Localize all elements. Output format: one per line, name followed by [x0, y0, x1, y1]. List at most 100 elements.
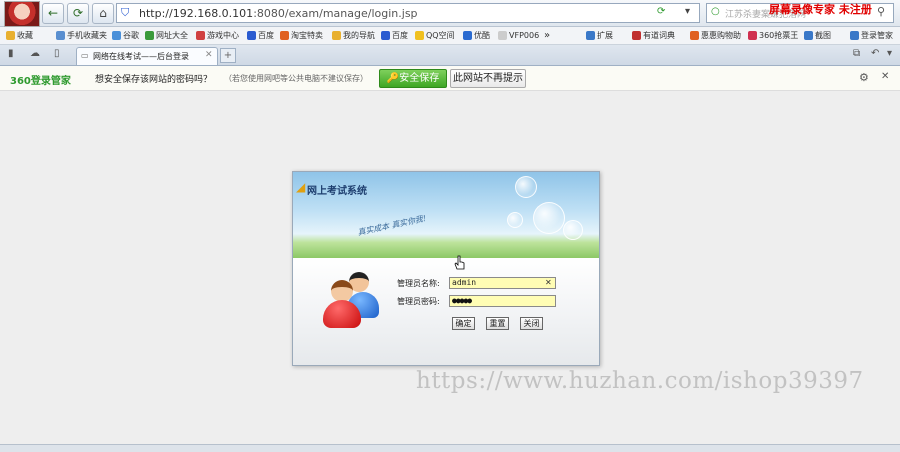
home-button[interactable]: ⌂ — [92, 3, 114, 24]
safe-save-button[interactable]: 🔑安全保存 — [379, 69, 447, 88]
bookmark-item[interactable]: 手机收藏夹 — [56, 29, 107, 42]
bookmark-label: 游戏中心 — [207, 31, 239, 40]
clear-input-icon[interactable]: ✕ — [545, 278, 552, 287]
bookmark-item[interactable]: 截图 — [804, 29, 831, 42]
phone-icon[interactable]: ▯ — [54, 48, 60, 59]
bookmark-label: 百度 — [258, 31, 274, 40]
bookmark-item[interactable]: QQ空间 — [415, 29, 455, 42]
bookmark-item[interactable]: 有道词典 — [632, 29, 675, 42]
star-icon — [6, 31, 15, 40]
page-icon — [112, 31, 121, 40]
more-bookmarks-icon[interactable]: » — [544, 29, 550, 42]
password-save-bar: 360登录管家 想安全保存该网站的密码吗？ （若您使用网吧等公共电脑不建议保存）… — [0, 66, 900, 91]
bookmark-item[interactable]: 游戏中心 — [196, 29, 239, 42]
password-label: 管理员密码: — [397, 297, 440, 306]
bookmark-item[interactable]: 扩展 — [586, 29, 613, 42]
address-text[interactable]: http://192.168.0.101:8080/exam/manage/lo… — [139, 7, 418, 20]
bookmark-label: 惠惠购物助 — [701, 31, 741, 40]
bookmark-item[interactable]: 淘宝特卖 — [280, 29, 323, 42]
login-panel: ◢ 网上考试系统 真实成本 真实你我! 管理员名称: admin ✕ 管理员密码… — [292, 171, 600, 366]
chevron-down-icon[interactable]: ▾ — [887, 48, 892, 59]
close-icon[interactable]: ✕ — [881, 71, 889, 82]
bookmark-item[interactable]: 百度 — [381, 29, 408, 42]
slogan: 真实成本 真实你我! — [356, 213, 427, 238]
user-avatar[interactable] — [4, 1, 40, 27]
site-watermark: https://www.huzhan.com/ishop39397 — [416, 368, 864, 394]
bookmark-item[interactable]: 优酷 — [463, 29, 490, 42]
never-prompt-button[interactable]: 此网站不再提示 — [450, 69, 526, 88]
key-icon — [850, 31, 859, 40]
bookmark-label: 收藏 — [17, 31, 33, 40]
ticket-icon — [748, 31, 757, 40]
cart-icon — [690, 31, 699, 40]
dropdown-icon[interactable]: ▾ — [685, 6, 690, 17]
tab-active[interactable]: ▭ 网络在线考试——后台登录 ✕ — [76, 47, 218, 65]
browser-toolbar: ← ⟳ ⌂ ⛉ http://192.168.0.101:8080/exam/m… — [0, 0, 900, 27]
new-tab-button[interactable]: + — [220, 48, 236, 63]
bookmark-item[interactable]: 百度 — [247, 29, 274, 42]
search-icon[interactable]: ⚲ — [877, 5, 885, 18]
bookmark-item[interactable]: VFP006 — [498, 29, 539, 42]
confirm-button[interactable]: 确定 — [452, 317, 475, 330]
username-label: 管理员名称: — [397, 279, 440, 288]
recorder-watermark: 屏幕录像专家 未注册 — [769, 3, 872, 16]
refresh-button[interactable]: ⟳ — [67, 3, 89, 24]
search-engine-icon[interactable]: ○ — [711, 6, 720, 17]
bookmark-label: 淘宝特卖 — [291, 31, 323, 40]
login-form: 管理员名称: admin ✕ 管理员密码: ●●●●● 确定 重置 关闭 — [293, 258, 599, 365]
back-button[interactable]: ← — [42, 3, 64, 24]
bookmarks-bar: 收藏 手机收藏夹 谷歌 网址大全 游戏中心 百度 淘宝特卖 我的导航 百度 QQ… — [0, 27, 900, 45]
bookmark-label: 360抢票王 — [759, 31, 799, 40]
tag-icon — [280, 31, 289, 40]
sidebar-toggle-icon[interactable]: ▮ — [8, 48, 14, 59]
cloud-icon[interactable]: ☁ — [30, 48, 40, 59]
hand-cursor-icon — [454, 255, 465, 270]
bookmark-item[interactable]: 360抢票王 — [748, 29, 798, 42]
tab-title: 网络在线考试——后台登录 — [93, 52, 189, 61]
shield-icon: ⛉ — [121, 6, 130, 19]
undo-icon[interactable]: ↶ — [871, 48, 879, 59]
bookmark-label: 截图 — [815, 31, 831, 40]
safe-save-label: 安全保存 — [399, 73, 440, 84]
bookmark-label: 我的导航 — [343, 31, 375, 40]
bubble-decoration — [563, 220, 583, 240]
bookmark-label: 谷歌 — [123, 31, 139, 40]
bookmark-label: VFP006 — [509, 31, 540, 40]
bookmark-label: 网址大全 — [156, 31, 188, 40]
bubble-decoration — [515, 176, 537, 198]
page-icon: ▭ — [81, 51, 89, 60]
paw-icon — [381, 31, 390, 40]
dictionary-icon — [632, 31, 641, 40]
gamepad-icon — [196, 31, 205, 40]
bookmark-label: QQ空间 — [426, 31, 455, 40]
key-icon: 🔑 — [386, 73, 400, 84]
bookmark-item[interactable]: 惠惠购物助 — [690, 29, 741, 42]
play-icon — [463, 31, 472, 40]
phone-icon — [56, 31, 65, 40]
password-manager-logo: 360登录管家 — [10, 76, 71, 87]
reset-button[interactable]: 重置 — [486, 317, 509, 330]
bookmark-label: 有道词典 — [643, 31, 675, 40]
globe-icon — [145, 31, 154, 40]
save-hint: （若您使用网吧等公共电脑不建议保存） — [224, 74, 368, 83]
reload-icon[interactable]: ⟳ — [657, 6, 665, 17]
bookmark-label: 扩展 — [597, 31, 613, 40]
gear-icon[interactable]: ⚙ — [859, 71, 869, 84]
bookmark-item[interactable]: 谷歌 — [112, 29, 139, 42]
address-bar[interactable]: ⛉ http://192.168.0.101:8080/exam/manage/… — [116, 3, 700, 23]
username-input[interactable]: admin — [449, 277, 556, 289]
logo-icon: ◢ — [296, 180, 306, 194]
bookmark-item[interactable]: 网址大全 — [145, 29, 188, 42]
bookmark-item[interactable]: 登录管家 — [850, 29, 893, 42]
bookmark-item[interactable]: 我的导航 — [332, 29, 375, 42]
close-button[interactable]: 关闭 — [520, 317, 543, 330]
grid-icon — [586, 31, 595, 40]
close-tab-icon[interactable]: ✕ — [205, 50, 213, 60]
bookmark-label: 登录管家 — [861, 31, 893, 40]
system-title: 网上考试系统 — [307, 186, 367, 197]
login-banner: ◢ 网上考试系统 真实成本 真实你我! — [293, 172, 599, 258]
scissors-icon — [804, 31, 813, 40]
restore-tabs-icon[interactable]: ⧉ — [853, 48, 860, 59]
bookmark-item[interactable]: 收藏 — [6, 29, 33, 42]
password-input[interactable]: ●●●●● — [449, 295, 556, 307]
